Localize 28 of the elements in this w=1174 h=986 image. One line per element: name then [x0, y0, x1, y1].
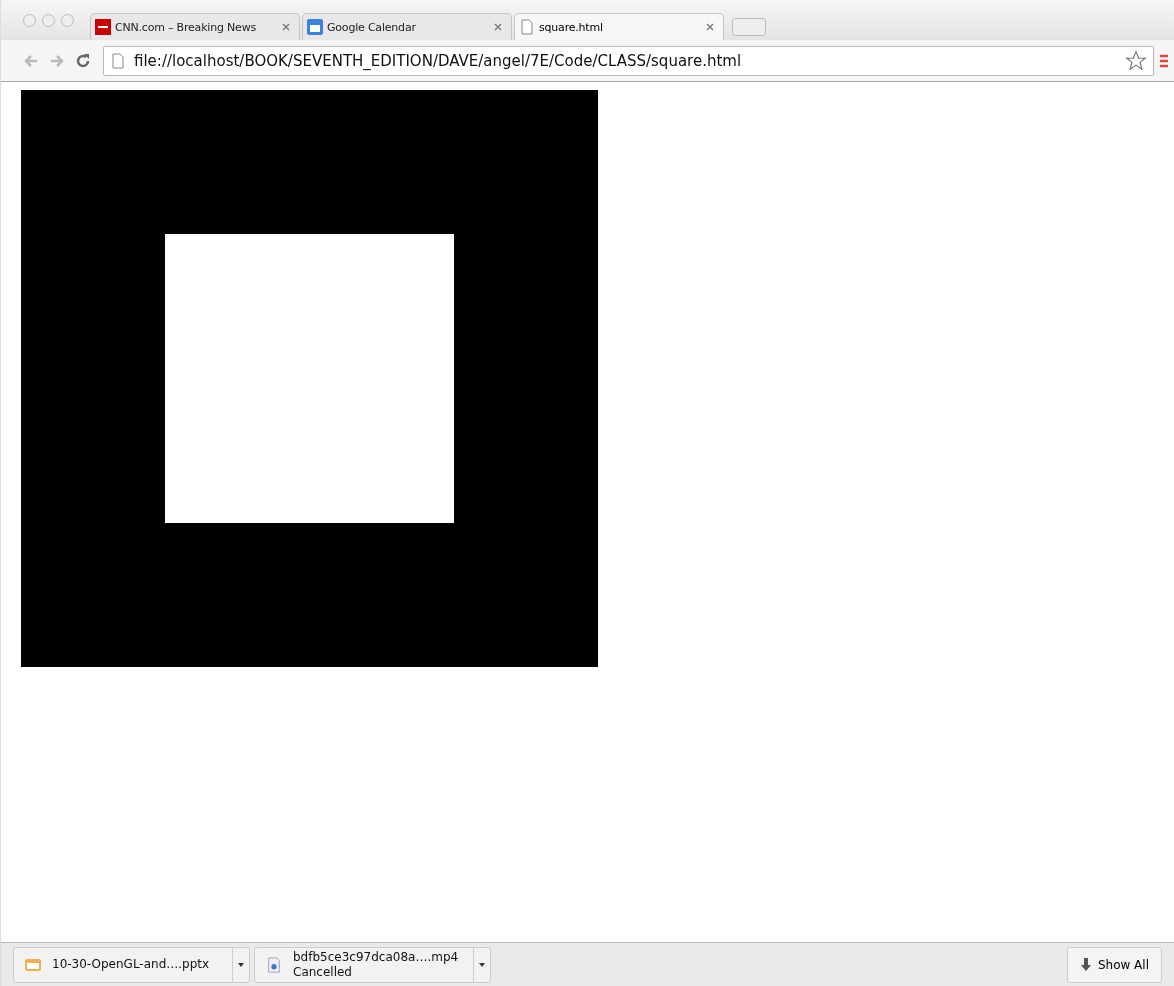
browser-tab[interactable]: square.html — [514, 13, 724, 40]
show-all-button[interactable]: Show All — [1066, 946, 1162, 983]
calendar-icon — [307, 19, 323, 35]
window-control-icon[interactable] — [23, 13, 36, 27]
close-icon[interactable] — [705, 22, 715, 32]
caret-icon — [238, 962, 244, 967]
window-control-icon[interactable] — [42, 13, 55, 27]
page-icon — [519, 19, 535, 35]
menu-icon[interactable] — [1160, 52, 1168, 69]
page-icon — [110, 52, 126, 69]
bookmark-star-icon[interactable] — [1125, 49, 1147, 72]
close-icon[interactable] — [281, 22, 291, 32]
download-arrow-icon — [1079, 957, 1092, 972]
download-item[interactable]: bdfb5ce3c97dca08a….mp4 Cancelled — [254, 946, 491, 983]
browser-tab[interactable]: CNN.com – Breaking News — [90, 13, 300, 40]
download-filename: 10-30-OpenGL-and….pptx — [52, 957, 211, 972]
presentation-file-icon — [24, 956, 42, 973]
download-filename: bdfb5ce3c97dca08a….mp4 — [293, 949, 460, 965]
new-tab-button[interactable] — [732, 18, 766, 36]
download-status: Cancelled — [293, 964, 353, 980]
download-item[interactable]: 10-30-OpenGL-and….pptx — [13, 946, 250, 983]
browser-tab[interactable]: Google Calendar — [302, 13, 512, 40]
caret-icon — [479, 962, 485, 967]
news-logo-icon — [95, 19, 111, 35]
window-control-icon[interactable] — [61, 13, 74, 27]
video-file-icon — [265, 956, 283, 973]
close-icon[interactable] — [493, 22, 503, 32]
address-bar[interactable]: file://localhost/BOOK/SEVENTH_EDITION/DAVE/angel/7E/Code/CLASS/square.html — [103, 45, 1154, 76]
